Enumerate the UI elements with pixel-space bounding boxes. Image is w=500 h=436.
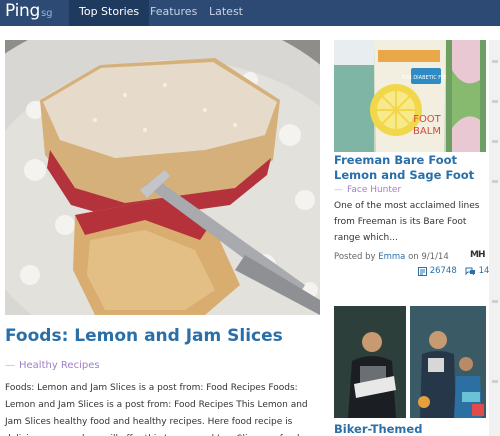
image-text-diabetic: FOR DIABETIC FEET (401, 75, 451, 81)
tab-top-stories[interactable]: Top Stories (69, 0, 150, 26)
comments-icon (465, 267, 475, 275)
posted-by-line: Posted by Emma on 9/1/14 (334, 252, 449, 262)
biker-group-photo (334, 306, 486, 418)
side-card-1-excerpt: One of the most acclaimed lines from Fre… (334, 201, 480, 243)
main-article-category[interactable]: — Healthy Recipes (5, 360, 100, 371)
logo-main-text: Ping (5, 1, 40, 21)
main-article-excerpt: Foods: Lemon and Jam Slices is a post fr… (5, 383, 308, 436)
edge-mark (492, 180, 498, 183)
side-card-1-category-label[interactable]: Face Hunter (347, 185, 401, 195)
main-article-title[interactable]: Foods: Lemon and Jam Slices (5, 326, 283, 346)
side-card-1-title[interactable]: Freeman Bare Foot Lemon and Sage Foot (334, 153, 494, 183)
edge-mark (492, 380, 498, 383)
views-icon (418, 266, 427, 276)
tab-features[interactable]: Features (140, 0, 207, 26)
foot-balm-product-photo: FOR DIABETIC FEET FOOT BALM (334, 40, 486, 152)
image-text-balm: BALM (413, 126, 441, 137)
logo-suffix-text: sg (40, 8, 53, 19)
comments-count[interactable]: 14 (479, 266, 490, 276)
article-stats: 26748 14 (418, 266, 489, 277)
side-card-2-title[interactable]: Biker-Themed (334, 422, 422, 436)
edge-mark (492, 140, 498, 143)
category-dash: — (334, 185, 343, 195)
posted-prefix: Posted by (334, 252, 376, 262)
posted-date: on 9/1/14 (408, 252, 449, 262)
edge-mark (492, 100, 498, 103)
side-card-2-image[interactable] (334, 306, 486, 418)
author-link[interactable]: Emma (378, 252, 405, 262)
main-category-label[interactable]: Healthy Recipes (19, 360, 100, 371)
jam-slice-photo (5, 40, 320, 315)
edge-mark (492, 300, 498, 303)
main-article-image[interactable] (5, 40, 320, 315)
views-count: 26748 (429, 266, 457, 276)
source-logo[interactable]: MH (470, 250, 485, 260)
edge-mark (492, 60, 498, 63)
image-text-foot: FOOT (413, 114, 441, 125)
category-dash: — (5, 360, 15, 371)
side-card-1-image[interactable]: FOR DIABETIC FEET FOOT BALM (334, 40, 486, 152)
side-card-1-category[interactable]: — Face Hunter (334, 185, 401, 195)
tab-latest[interactable]: Latest (199, 0, 253, 26)
site-logo[interactable]: Pingsg (5, 1, 53, 21)
top-nav: Pingsg Top Stories Features Latest (0, 0, 500, 26)
